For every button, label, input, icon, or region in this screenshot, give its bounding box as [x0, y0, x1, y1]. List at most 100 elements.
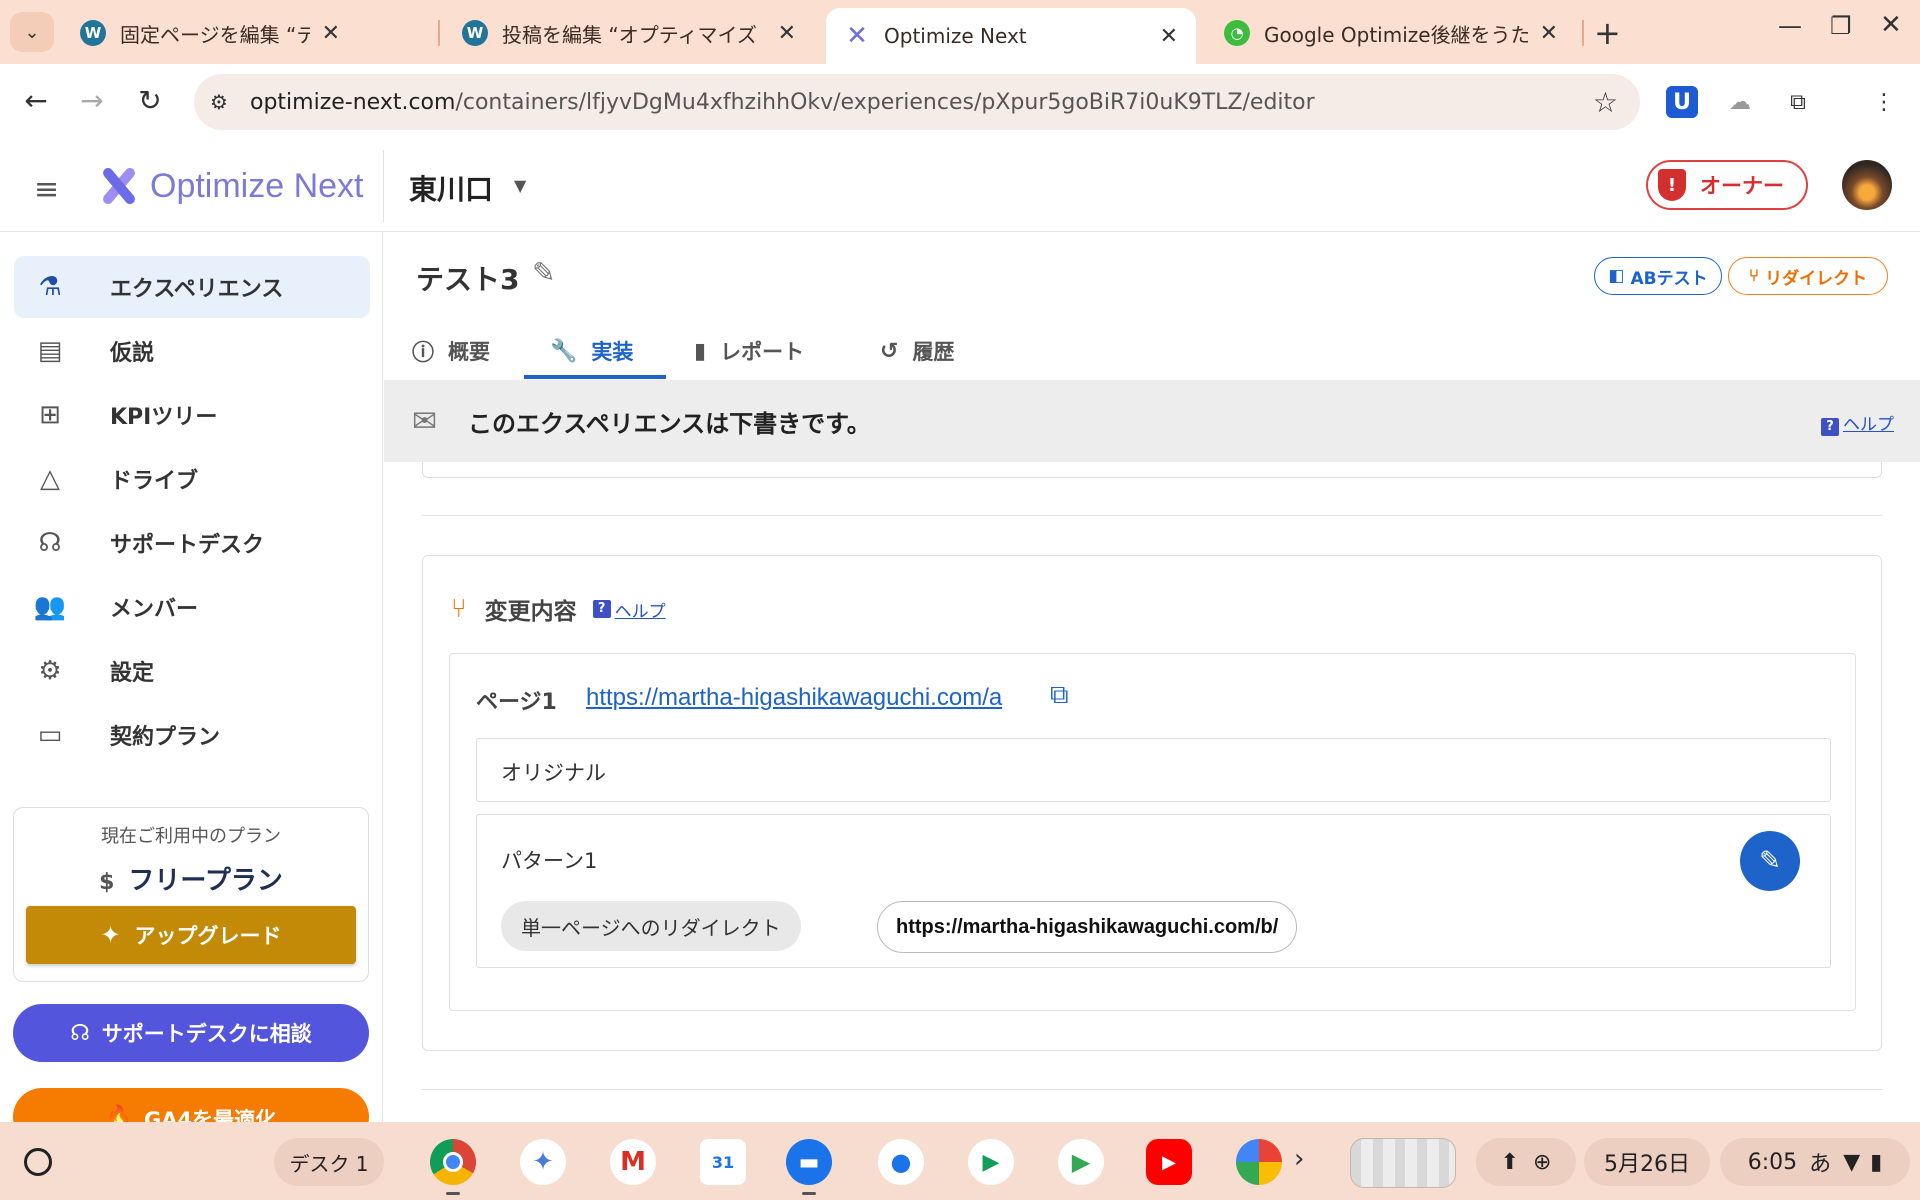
bookmark-star-icon[interactable]: ☆ [1593, 86, 1618, 119]
messages-icon[interactable]: ● [878, 1139, 924, 1185]
gemini-icon[interactable]: ✦ [520, 1139, 566, 1185]
more-vert-icon[interactable]: ⋮ [1868, 86, 1900, 118]
tab-overview[interactable]: ⓘ 概要 [412, 322, 490, 380]
flame-icon: 🔥 [105, 1104, 133, 1122]
header-divider [383, 150, 384, 222]
sidebar-item-settings[interactable]: ⚙ 設定 [14, 640, 370, 702]
minimize-icon[interactable]: — [1778, 12, 1802, 40]
calendar-icon[interactable]: 31 [700, 1139, 746, 1185]
sidebar-item-label: メンバー [110, 597, 199, 622]
sidebar-item-hypothesis[interactable]: ▤ 仮説 [14, 320, 370, 382]
youtube-icon[interactable]: ▶ [1146, 1139, 1192, 1185]
tab-search-button[interactable]: ⌄ [10, 12, 54, 52]
sidebar-item-contract-plan[interactable]: ▭ 契約プラン [14, 704, 370, 766]
gmail-icon[interactable]: M [610, 1139, 656, 1185]
restore-icon[interactable]: ❐ [1830, 12, 1852, 40]
ga4-optimize-button[interactable]: 🔥 GA4を最適化 [13, 1088, 369, 1122]
pencil-icon[interactable]: ✎ [532, 256, 555, 289]
help-link[interactable]: ? ヘルプ [1821, 410, 1894, 436]
support-desk-button[interactable]: ☊ サポートデスクに相談 [13, 1004, 369, 1062]
gear-icon: ⚙ [38, 656, 62, 686]
desk-switcher[interactable]: デスク 1 [274, 1138, 384, 1186]
window-thumbnail[interactable] [1350, 1138, 1456, 1188]
launcher-icon[interactable] [24, 1148, 52, 1176]
sidebar-item-label: サポートデスク [110, 533, 265, 558]
tab-report[interactable]: ▮ レポート [694, 322, 804, 380]
address-bar[interactable]: ⚙ optimize-next.com/containers/lfjyvDgMu… [194, 74, 1640, 130]
redirect-icon: ⑂ [451, 594, 467, 624]
sidebar-item-experience[interactable]: ⚗ エクスペリエンス [14, 256, 370, 318]
play-store-icon[interactable]: ▶ [1058, 1139, 1104, 1185]
window-close-icon[interactable]: ✕ [1880, 10, 1902, 40]
menu-collapse-icon[interactable]: ≡ [34, 172, 59, 207]
bitwarden-icon[interactable]: U [1666, 86, 1698, 118]
pattern-variant: パターン1 ✎ 単一ページへのリダイレクト https://martha-hig… [476, 814, 1831, 968]
drive-add-icon: △ [40, 464, 60, 494]
close-icon[interactable]: ✕ [1160, 24, 1178, 49]
chrome-icon[interactable] [430, 1139, 476, 1185]
changes-heading: 変更内容 [484, 599, 577, 625]
sidebar-item-members[interactable]: 👥 メンバー [14, 576, 370, 638]
date-tray[interactable]: 5月26日 [1584, 1138, 1710, 1186]
chevron-right-icon[interactable]: › [1294, 1144, 1304, 1174]
tab-title: Google Optimize後継をうた [1264, 22, 1528, 47]
upgrade-button[interactable]: ✦ アップグレード [26, 906, 356, 964]
logo-text: Optimize Next [150, 166, 364, 205]
page-url-link[interactable]: https://martha-higashikawaguchi.com/a [586, 684, 1002, 712]
browser-toolbar: ← → ↻ ⚙ optimize-next.com/containers/lfj… [0, 64, 1920, 140]
browser-tab[interactable]: W 投稿を編集 “オプティマイズ ✕ [444, 10, 814, 56]
edit-pattern-button[interactable]: ✎ [1740, 831, 1800, 891]
forward-arrow-icon[interactable]: → [72, 84, 112, 117]
plan-card: 現在ご利用中のプラン $ フリープラン ✦ アップグレード [13, 807, 369, 982]
browser-tab-active[interactable]: ✕ Optimize Next ✕ [826, 8, 1196, 64]
tab-title: 投稿を編集 “オプティマイズ [502, 22, 757, 47]
logo[interactable]: Optimize Next [96, 164, 364, 208]
url-text[interactable]: optimize-next.com/containers/lfjyvDgMu4x… [250, 90, 1315, 115]
status-tray[interactable]: 6:05 あ ▼ ▮ [1720, 1138, 1910, 1186]
tab-separator [1582, 20, 1584, 46]
meet-icon[interactable]: ▶ [968, 1139, 1014, 1185]
avatar[interactable] [1842, 160, 1892, 210]
sidebar-item-support-desk[interactable]: ☊ サポートデスク [14, 512, 370, 574]
browser-tab[interactable]: ◔ Google Optimize後継をうた ✕ [1206, 10, 1576, 56]
sidebar-item-label: 設定 [110, 661, 155, 686]
close-icon[interactable]: ✕ [322, 21, 340, 46]
close-icon[interactable]: ✕ [778, 21, 796, 46]
photos-icon[interactable] [1236, 1139, 1282, 1185]
page-card: ページ1 https://martha-higashikawaguchi.com… [449, 653, 1856, 1011]
upload-icon: ⬆ [1500, 1149, 1519, 1175]
site-settings-icon[interactable]: ⚙ [210, 90, 240, 114]
browser-tab[interactable]: W 固定ページを編集 “テストA” ✕ [62, 10, 358, 56]
info-icon: ⓘ [412, 341, 435, 366]
wordpress-icon: W [80, 20, 106, 46]
caret-down-icon[interactable]: ▼ [514, 176, 526, 195]
back-arrow-icon[interactable]: ← [16, 84, 56, 117]
owner-badge[interactable]: ! オーナー [1646, 160, 1808, 210]
project-selector[interactable]: 東川口 [409, 168, 493, 208]
previous-card-bottom [422, 462, 1882, 478]
tray-upload-icons[interactable]: ⬆ ⊕ [1476, 1138, 1576, 1186]
extension-icon[interactable]: ☁ [1724, 86, 1756, 118]
sidebar-item-kpi-tree[interactable]: ⊞ KPIツリー [14, 384, 370, 446]
help-icon: ? [592, 600, 611, 618]
puzzle-icon[interactable]: ⧉ [1782, 86, 1814, 118]
history-icon: ↺ [880, 338, 899, 364]
help-label[interactable]: ヘルプ [1843, 415, 1894, 435]
changes-help-link[interactable]: ヘルプ [615, 597, 666, 622]
upgrade-label: アップグレード [134, 924, 282, 948]
tab-implementation[interactable]: 🔧 実装 [550, 322, 633, 380]
redirect-chip: ⑂ リダイレクト [1728, 257, 1888, 295]
original-label: オリジナル [501, 761, 606, 785]
sidebar-item-drive[interactable]: △ ドライブ [14, 448, 370, 510]
no-dollar-icon: $ [99, 870, 115, 895]
reload-icon[interactable]: ↻ [130, 84, 170, 117]
close-icon[interactable]: ✕ [1540, 21, 1558, 46]
plan-caption: 現在ご利用中のプラン [101, 826, 281, 847]
changes-header: ⑂ 変更内容 ? ヘルプ [451, 592, 666, 626]
ga4-label: GA4を最適化 [144, 1108, 277, 1122]
tab-history[interactable]: ↺ 履歴 [880, 322, 954, 380]
original-variant[interactable]: オリジナル [476, 738, 1831, 802]
new-tab-button[interactable]: + [1594, 14, 1621, 52]
open-in-new-icon[interactable]: ⧉ [1050, 680, 1069, 711]
files-icon[interactable]: ▬ [786, 1139, 832, 1185]
